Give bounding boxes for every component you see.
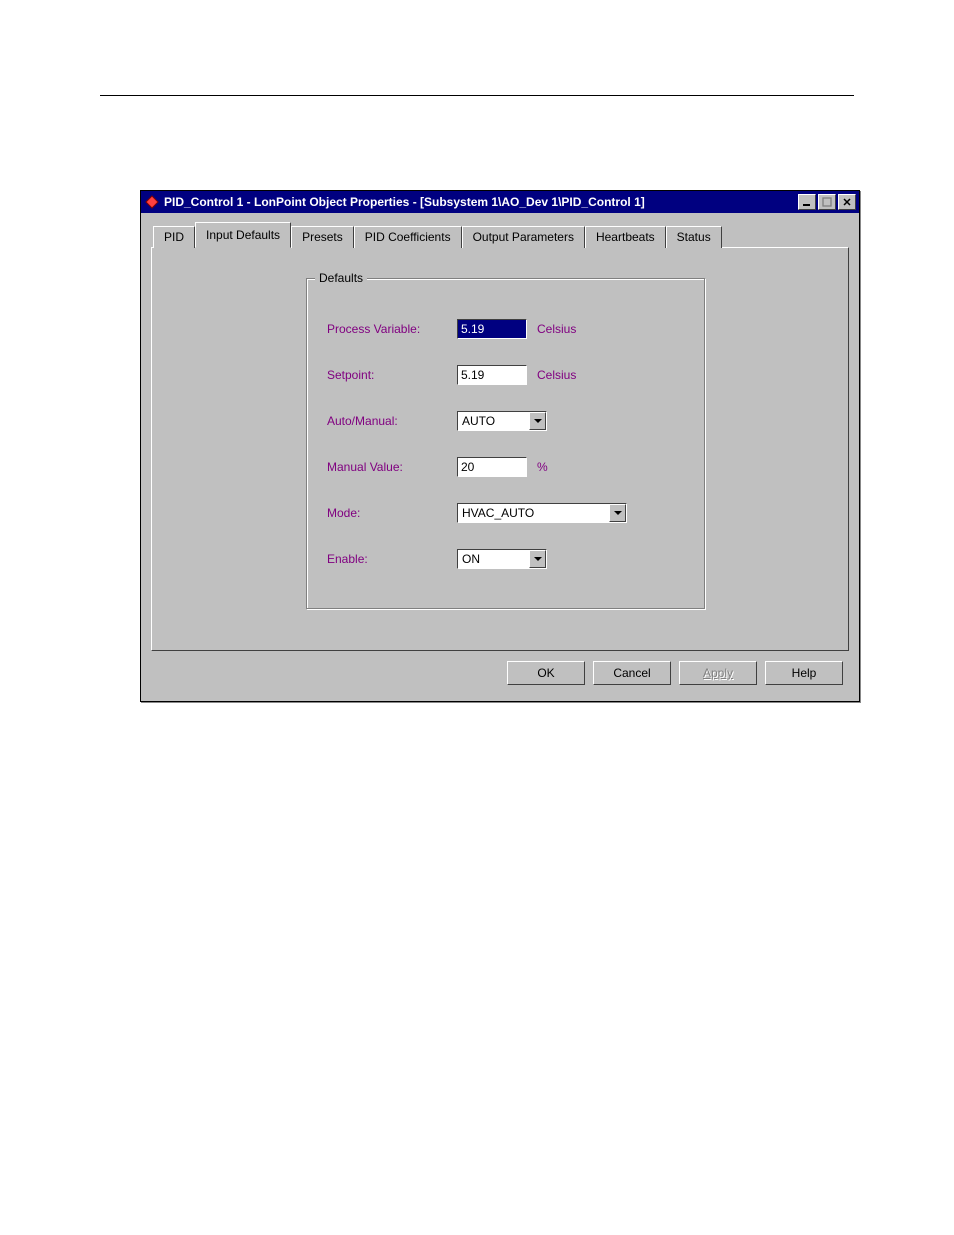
enable-label: Enable: — [327, 552, 457, 566]
setpoint-input[interactable] — [457, 365, 527, 385]
tab-input-defaults[interactable]: Input Defaults — [195, 222, 291, 248]
dialog-window: PID_Control 1 - LonPoint Object Properti… — [140, 190, 860, 702]
tab-pid-coefficients[interactable]: PID Coefficients — [354, 226, 462, 248]
help-button[interactable]: Help — [765, 661, 843, 685]
minimize-button[interactable] — [798, 194, 816, 210]
horizontal-rule — [100, 95, 854, 96]
defaults-groupbox: Defaults Process Variable: Celsius Setpo… — [306, 278, 706, 610]
apply-button: Apply — [679, 661, 757, 685]
manual-value-label: Manual Value: — [327, 460, 457, 474]
process-variable-input[interactable] — [457, 319, 527, 339]
chevron-down-icon — [529, 550, 546, 568]
auto-manual-label: Auto/Manual: — [327, 414, 457, 428]
tab-strip: PID Input Defaults Presets PID Coefficie… — [153, 221, 849, 247]
mode-value: HVAC_AUTO — [458, 504, 609, 522]
titlebar[interactable]: PID_Control 1 - LonPoint Object Properti… — [141, 191, 859, 213]
maximize-button — [818, 194, 836, 210]
cancel-button[interactable]: Cancel — [593, 661, 671, 685]
enable-value: ON — [458, 550, 529, 568]
enable-select[interactable]: ON — [457, 549, 547, 569]
process-variable-unit: Celsius — [537, 322, 576, 336]
tab-pid[interactable]: PID — [153, 226, 195, 248]
groupbox-legend: Defaults — [315, 271, 367, 285]
auto-manual-select[interactable]: AUTO — [457, 411, 547, 431]
window-title: PID_Control 1 - LonPoint Object Properti… — [164, 195, 798, 209]
mode-label: Mode: — [327, 506, 457, 520]
chevron-down-icon — [609, 504, 626, 522]
manual-value-input[interactable] — [457, 457, 527, 477]
tab-panel: Defaults Process Variable: Celsius Setpo… — [151, 247, 849, 651]
auto-manual-value: AUTO — [458, 412, 529, 430]
manual-value-unit: % — [537, 460, 548, 474]
close-button[interactable] — [838, 194, 856, 210]
setpoint-label: Setpoint: — [327, 368, 457, 382]
process-variable-label: Process Variable: — [327, 322, 457, 336]
tab-presets[interactable]: Presets — [291, 226, 354, 248]
tab-status[interactable]: Status — [666, 226, 722, 248]
mode-select[interactable]: HVAC_AUTO — [457, 503, 627, 523]
tab-output-parameters[interactable]: Output Parameters — [462, 226, 585, 248]
chevron-down-icon — [529, 412, 546, 430]
ok-button[interactable]: OK — [507, 661, 585, 685]
app-icon — [144, 194, 160, 210]
button-bar: OK Cancel Apply Help — [151, 651, 849, 691]
setpoint-unit: Celsius — [537, 368, 576, 382]
tab-heartbeats[interactable]: Heartbeats — [585, 226, 666, 248]
